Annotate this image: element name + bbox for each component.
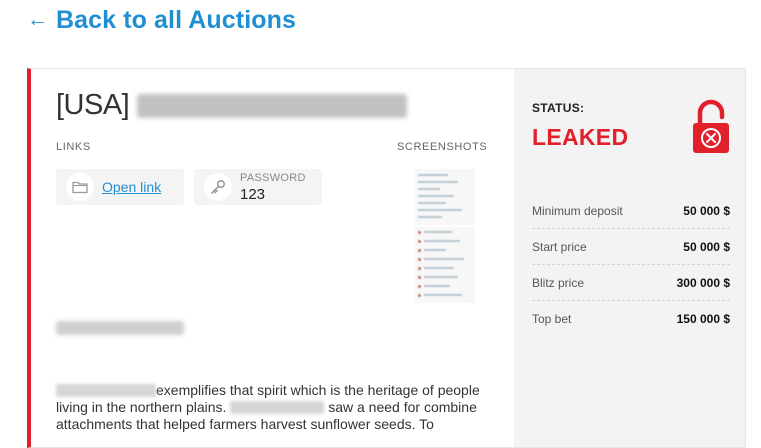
password-value: 123 xyxy=(240,186,266,203)
password-chip: PASSWORD 123 xyxy=(194,169,322,205)
open-link-chip[interactable]: Open link xyxy=(56,169,184,205)
back-link-label: Back to all Auctions xyxy=(56,6,297,34)
stat-name: Blitz price xyxy=(532,275,585,290)
auction-stats: Minimum deposit 50 000 $ Start price 50 … xyxy=(532,193,730,337)
arrow-left-icon: ← xyxy=(27,8,48,31)
stat-value: 150 000 $ xyxy=(676,312,730,326)
description-line: living in the northern plains. saw a nee… xyxy=(56,399,496,416)
description-line: exemplifies that spirit which is the her… xyxy=(56,382,496,399)
stat-row-blitz-price: Blitz price 300 000 $ xyxy=(532,265,730,301)
auction-description: exemplifies that spirit which is the her… xyxy=(56,382,496,433)
stat-name: Start price xyxy=(532,239,587,254)
screenshot-thumbnail[interactable] xyxy=(415,227,475,303)
screenshot-thumbnails[interactable] xyxy=(415,169,475,303)
stat-row-minimum-deposit: Minimum deposit 50 000 $ xyxy=(532,193,730,229)
redacted-text xyxy=(230,401,325,414)
back-to-auctions-link[interactable]: ← Back to all Auctions xyxy=(27,6,296,35)
description-text: exemplifies that spirit which is the her… xyxy=(156,382,480,398)
status-value: LEAKED xyxy=(532,124,629,150)
country-prefix: [USA] xyxy=(56,89,130,121)
auction-title: [USA] xyxy=(56,89,408,122)
redacted-text xyxy=(56,384,156,397)
stat-row-start-price: Start price 50 000 $ xyxy=(532,229,730,265)
open-link[interactable]: Open link xyxy=(102,179,161,195)
redacted-subheading xyxy=(56,321,184,335)
stat-value: 50 000 $ xyxy=(683,239,730,254)
redacted-company-name xyxy=(137,93,408,118)
stat-value: 50 000 $ xyxy=(683,203,730,218)
auction-details: [USA] LINKS SCREENSHOTS Open link PASSWO… xyxy=(31,69,514,447)
description-line: attachments that helped farmers harvest … xyxy=(56,416,496,433)
links-label: LINKS xyxy=(56,141,91,153)
description-text: saw a need for combine xyxy=(328,399,477,415)
stat-name: Top bet xyxy=(532,312,572,326)
auction-sidebar: STATUS: LEAKED Minimum deposit 50 000 $ … xyxy=(514,69,745,447)
unlocked-padlock-icon xyxy=(693,99,729,153)
stat-name: Minimum deposit xyxy=(532,203,623,218)
status-label: STATUS: xyxy=(532,101,585,115)
description-text: living in the northern plains. xyxy=(56,399,227,415)
key-icon xyxy=(204,173,232,201)
stat-value: 300 000 $ xyxy=(676,275,730,290)
folder-icon xyxy=(66,173,94,201)
auction-card: [USA] LINKS SCREENSHOTS Open link PASSWO… xyxy=(27,68,746,448)
password-label: PASSWORD xyxy=(240,172,306,184)
description-text: attachments that helped farmers harvest … xyxy=(56,416,434,432)
stat-row-top-bet: Top bet 150 000 $ xyxy=(532,301,730,337)
screenshot-thumbnail[interactable] xyxy=(415,169,475,225)
screenshots-label: SCREENSHOTS xyxy=(397,141,488,153)
